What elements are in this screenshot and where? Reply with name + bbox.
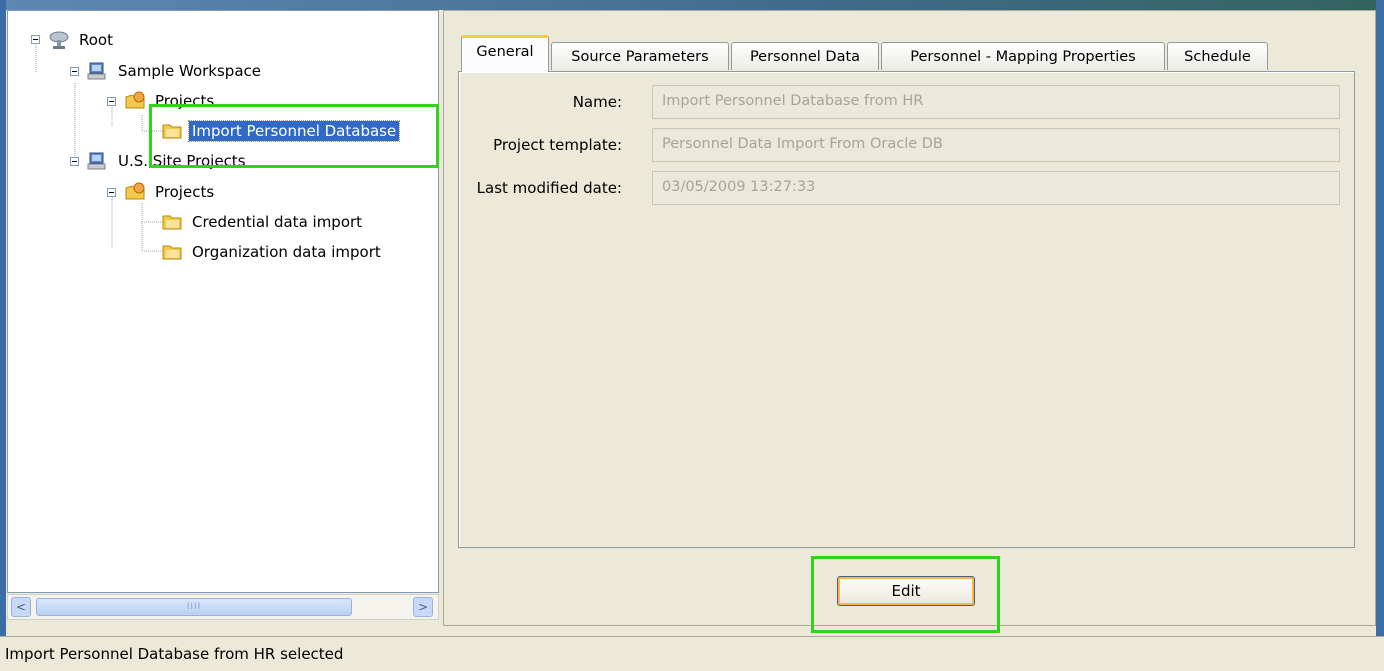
name-field[interactable]: Import Personnel Database from HR xyxy=(652,85,1340,119)
scroll-right-button[interactable]: > xyxy=(413,597,433,617)
workspace-computer-icon xyxy=(87,151,109,171)
project-folder-icon xyxy=(161,212,183,232)
tree-node-root[interactable]: Root xyxy=(48,28,116,52)
tree-node-label: Projects xyxy=(155,92,215,110)
projects-collapse-toggle[interactable] xyxy=(107,188,116,197)
tab-personnel-data[interactable]: Personnel Data xyxy=(731,42,879,70)
root-network-icon xyxy=(48,30,70,50)
last-modified-field-row: Last modified date: 03/05/2009 13:27:33 xyxy=(459,171,1354,205)
tree-node-projects[interactable]: Projects xyxy=(124,89,217,113)
tab-label: Personnel - Mapping Properties xyxy=(910,48,1136,65)
tree-node-label: U.S. Site Projects xyxy=(118,152,246,170)
last-modified-label: Last modified date: xyxy=(476,179,622,197)
name-label: Name: xyxy=(572,93,622,111)
edit-button[interactable]: Edit xyxy=(837,576,975,606)
tree-node-label: Projects xyxy=(155,183,215,201)
tree-node-label: Organization data import xyxy=(192,243,381,261)
tree-node-credential-data-import[interactable]: Credential data import xyxy=(161,210,365,234)
tree-node-label: Root xyxy=(79,31,113,49)
project-template-field-row: Project template: Personnel Data Import … xyxy=(459,128,1354,162)
projects-folder-icon xyxy=(124,91,146,111)
tab-label: Personnel Data xyxy=(749,48,861,65)
grip-icon: IIII xyxy=(186,602,202,612)
window-left-border xyxy=(0,0,6,636)
project-tree[interactable]: Root Sample Workspace Projects Import Pe… xyxy=(8,11,438,592)
window-title-bar xyxy=(0,0,1384,10)
projects-folder-icon xyxy=(124,182,146,202)
scroll-thumb[interactable]: IIII xyxy=(36,598,352,616)
status-bar: Import Personnel Database from HR select… xyxy=(0,636,1384,671)
tree-node-label: Import Personnel Database xyxy=(187,120,401,142)
project-template-field[interactable]: Personnel Data Import From Oracle DB xyxy=(652,128,1340,162)
tab-label: Source Parameters xyxy=(571,48,709,65)
tree-node-import-personnel-database[interactable]: Import Personnel Database xyxy=(161,119,401,143)
tab-personnel-mapping-properties[interactable]: Personnel - Mapping Properties xyxy=(881,42,1165,70)
tree-connector-lines xyxy=(35,45,163,252)
project-folder-icon xyxy=(161,242,183,262)
tree-node-label: Sample Workspace xyxy=(118,62,261,80)
arrow-left-icon: < xyxy=(15,600,27,614)
general-tab-content: Name: Import Personnel Database from HR … xyxy=(458,71,1355,548)
tree-node-projects[interactable]: Projects xyxy=(124,180,217,204)
tree-node-us-site-projects[interactable]: U.S. Site Projects xyxy=(87,149,249,173)
tab-label: Schedule xyxy=(1184,48,1251,65)
scroll-left-button[interactable]: < xyxy=(11,597,31,617)
root-collapse-toggle[interactable] xyxy=(31,35,40,44)
arrow-right-icon: > xyxy=(417,600,429,614)
tree-node-label: Credential data import xyxy=(192,213,363,231)
project-tree-panel[interactable]: Root Sample Workspace Projects Import Pe… xyxy=(7,10,439,593)
tree-node-organization-data-import[interactable]: Organization data import xyxy=(161,240,384,264)
name-field-row: Name: Import Personnel Database from HR xyxy=(459,85,1354,119)
us-site-collapse-toggle[interactable] xyxy=(70,157,79,166)
projects-collapse-toggle[interactable] xyxy=(107,97,116,106)
tab-schedule[interactable]: Schedule xyxy=(1167,42,1268,70)
last-modified-field[interactable]: 03/05/2009 13:27:33 xyxy=(652,171,1340,205)
project-template-label: Project template: xyxy=(493,136,622,154)
tab-general[interactable]: General xyxy=(461,35,549,72)
workspace-collapse-toggle[interactable] xyxy=(70,67,79,76)
status-text: Import Personnel Database from HR select… xyxy=(5,645,344,663)
tree-node-sample-workspace[interactable]: Sample Workspace xyxy=(87,59,264,83)
workspace-computer-icon xyxy=(87,61,109,81)
project-folder-icon xyxy=(161,121,183,141)
tree-horizontal-scrollbar[interactable]: < IIII > xyxy=(7,594,439,620)
tab-source-parameters[interactable]: Source Parameters xyxy=(551,42,729,70)
window-right-border xyxy=(1376,0,1384,636)
tab-label: General xyxy=(476,44,534,60)
